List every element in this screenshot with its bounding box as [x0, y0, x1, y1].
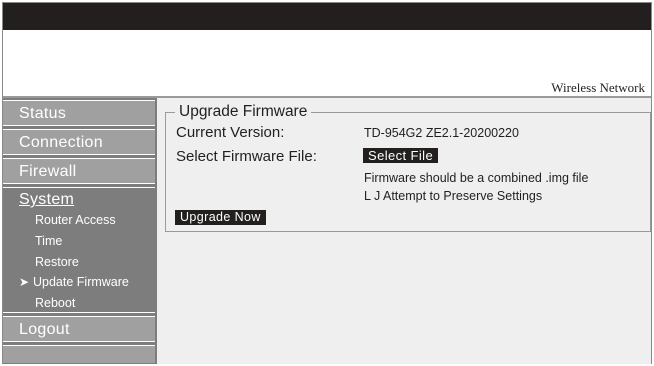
preserve-settings-checkbox[interactable]: L J Attempt to Preserve Settings — [364, 189, 542, 203]
select-file-label: Select Firmware File: — [176, 148, 317, 165]
sidebar-subitem-time[interactable]: Time — [35, 234, 62, 248]
sidebar-subitem-label: Update Firmware — [33, 275, 129, 289]
sidebar-subitem-reboot[interactable]: Reboot — [35, 296, 75, 310]
brand-title: Wireless Network — [551, 80, 645, 95]
sidebar-item-status[interactable]: Status — [3, 100, 155, 126]
current-arrow-icon: ➤ — [19, 275, 30, 289]
current-version-value: TD-954G2 ZE2.1-20200220 — [364, 126, 519, 140]
sidebar-subitem-router-access[interactable]: Router Access — [35, 213, 116, 227]
current-version-label: Current Version: — [176, 124, 285, 141]
sidebar: Status Connection Firewall System Router… — [3, 98, 157, 364]
sidebar-item-connection[interactable]: Connection — [3, 129, 155, 155]
top-bar — [3, 3, 651, 30]
select-file-button[interactable]: Select File — [363, 148, 439, 163]
header-banner: Wireless Network — [3, 30, 651, 96]
main-content: Upgrade Firmware Current Version: TD-954… — [157, 98, 651, 364]
section-title: Upgrade Firmware — [175, 103, 312, 121]
sidebar-item-firewall[interactable]: Firewall — [3, 158, 155, 184]
sidebar-item-system[interactable]: System — [19, 191, 74, 209]
sidebar-subitem-update-firmware[interactable]: ➤ Update Firmware — [19, 275, 129, 289]
sidebar-footer — [3, 345, 155, 363]
sidebar-subitem-restore[interactable]: Restore — [35, 255, 79, 269]
sidebar-group-system: System Router Access Time Restore ➤ Updat… — [3, 187, 155, 313]
sidebar-item-logout[interactable]: Logout — [3, 316, 155, 342]
upgrade-now-button[interactable]: Upgrade Now — [175, 210, 266, 225]
firmware-note: Firmware should be a combined .img file — [364, 171, 589, 185]
